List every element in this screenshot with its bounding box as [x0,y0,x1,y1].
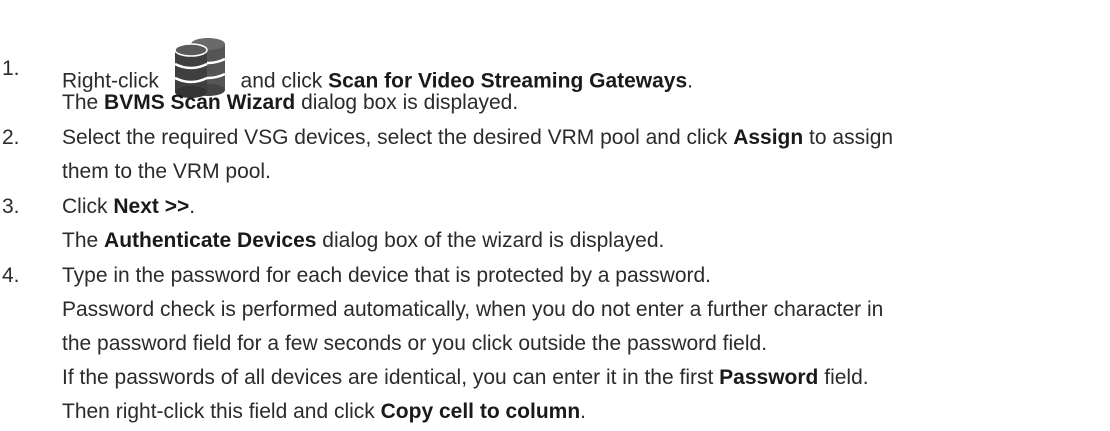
step-4-line-3: the password field for a few seconds or … [62,332,768,355]
step-4-line-5: Then right-click this field and click Co… [62,400,587,423]
step-number: 2. [2,126,20,149]
ui-term: Assign [733,126,804,149]
ui-term: Password [719,366,819,389]
step-number: 1. [2,57,20,80]
ui-term: Copy cell to column [380,400,581,423]
step-3-line-1: Click Next >>. [62,195,196,218]
step-2-line-1: Select the required VSG devices, select … [62,126,894,149]
ui-term: Next >> [113,195,190,218]
step-2-line-2: them to the VRM pool. [62,160,271,183]
ui-term: Authenticate Devices [104,229,317,252]
step-4-line-1: Type in the password for each device tha… [62,264,712,287]
step-4-line-2: Password check is performed automaticall… [62,298,884,321]
step-4-line-4: If the passwords of all devices are iden… [62,366,869,389]
step-number: 3. [2,195,20,218]
step-3-line-2: The Authenticate Devices dialog box of t… [62,229,665,252]
step-1-line-2: The BVMS Scan Wizard dialog box is displ… [62,91,519,114]
step-number: 4. [2,264,20,287]
ui-term: BVMS Scan Wizard [104,91,296,114]
